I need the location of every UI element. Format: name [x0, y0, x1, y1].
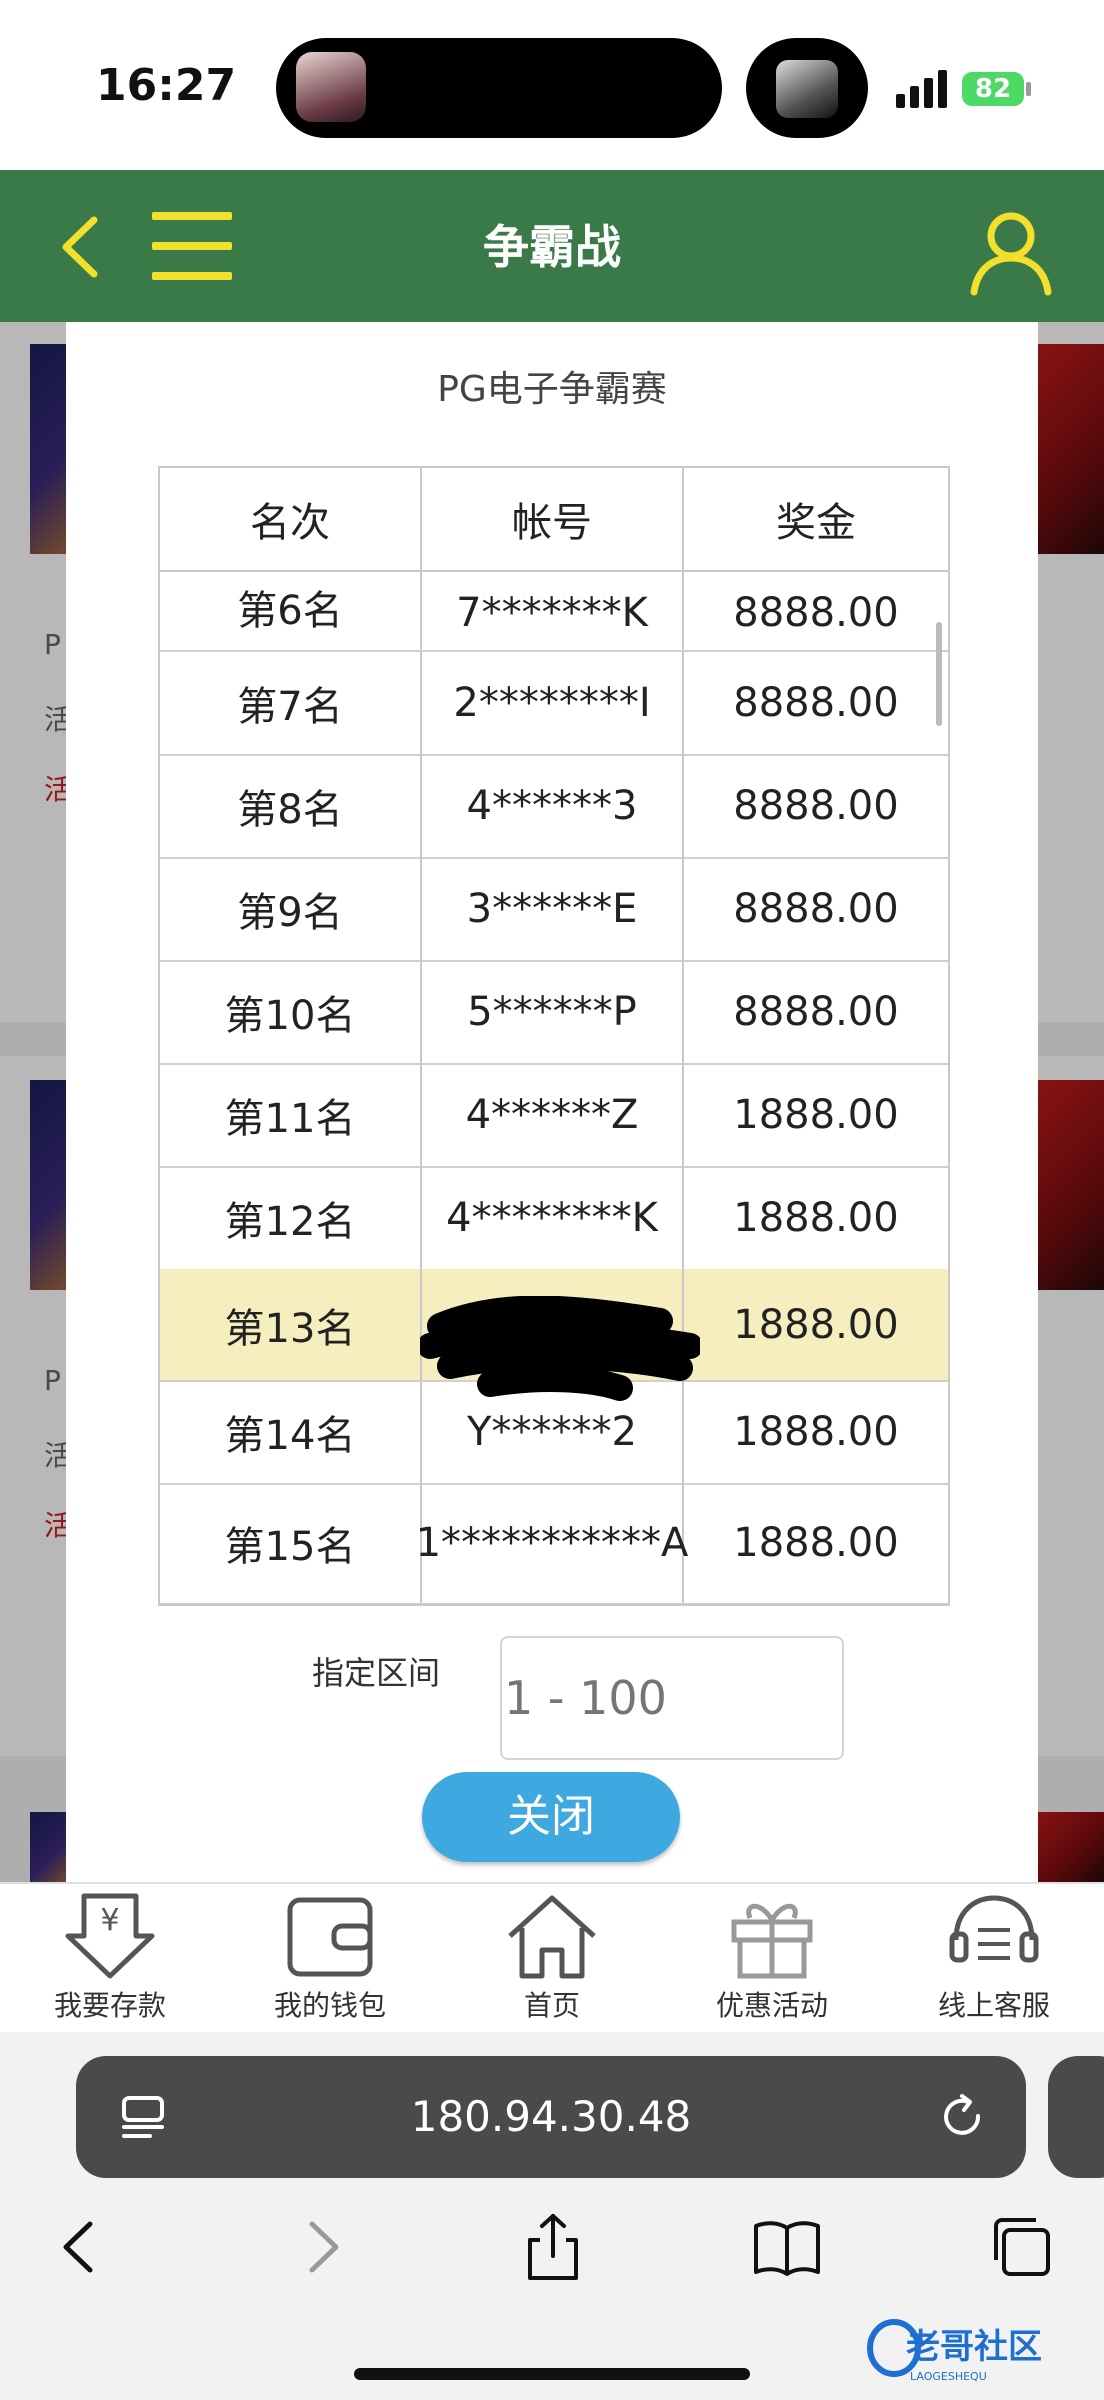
range-input-field[interactable]: [502, 1670, 842, 1726]
prize-cell: 1888.00: [733, 1408, 899, 1455]
browser-forward-icon[interactable]: [286, 2212, 356, 2282]
share-icon[interactable]: [518, 2212, 588, 2282]
nav-label: 我的钱包: [273, 1989, 386, 2022]
rank-cell: 第8名: [160, 754, 422, 857]
ranking-table[interactable]: 名次 帐号 奖金 第6名 7*******K 8888.00 第7名 2********…: [158, 466, 950, 1606]
prize-cell: 1888.00: [733, 1194, 899, 1241]
rank-cell: 第14名: [160, 1380, 422, 1483]
prize-cell: 8888.00: [733, 885, 899, 932]
nav-support[interactable]: 线上客服: [894, 1890, 1094, 2022]
battery-icon: 82: [962, 72, 1024, 106]
prize-cell: 1888.00: [733, 1091, 899, 1138]
table-row[interactable]: 第10名 5******P 8888.00: [160, 960, 948, 1065]
account-cell: 3******E: [422, 857, 684, 960]
prize-cell: 8888.00: [733, 680, 899, 726]
page-title: 争霸战: [483, 220, 621, 274]
nav-deposit[interactable]: ¥ 我要存款: [10, 1890, 210, 2022]
nav-label: 我要存款: [53, 1989, 166, 2022]
rank-cell: 第7名: [160, 652, 422, 754]
nav-home[interactable]: 首页: [452, 1890, 652, 2022]
tabs-icon[interactable]: [986, 2212, 1056, 2282]
cellular-signal-icon: [896, 70, 948, 108]
svg-text:老哥社区: 老哥社区: [906, 2327, 1042, 2367]
account-cell: 2********I: [422, 652, 684, 754]
table-row[interactable]: 第7名 2********I 8888.00: [160, 652, 948, 756]
url-text[interactable]: 180.94.30.48: [76, 2056, 1026, 2178]
svg-text:¥: ¥: [100, 1903, 119, 1938]
wallet-icon: [287, 1897, 373, 1977]
table-row[interactable]: 第12名 4********K 1888.00: [160, 1166, 948, 1271]
battery-cap: [1026, 82, 1031, 96]
range-label: 指定区间: [312, 1654, 441, 1692]
status-time: 16:27: [96, 60, 237, 111]
prize-cell: 8888.00: [733, 988, 899, 1035]
bookmarks-icon[interactable]: [752, 2212, 822, 2282]
range-input[interactable]: [500, 1636, 844, 1760]
rank-cell: 第10名: [160, 960, 422, 1063]
table-row[interactable]: 第15名 1***********A 1888.00: [160, 1483, 948, 1604]
support-icon: [949, 1895, 1039, 1963]
table-row[interactable]: 第8名 4******3 8888.00: [160, 754, 948, 859]
nav-label: 线上客服: [937, 1989, 1050, 2022]
account-cell: 5******P: [422, 960, 684, 1063]
modal-title: PG电子争霸赛: [437, 369, 667, 410]
page-menu-icon[interactable]: [120, 2094, 166, 2140]
nav-promotions[interactable]: 优惠活动: [672, 1890, 872, 2022]
deposit-icon: ¥: [65, 1893, 155, 1979]
user-icon[interactable]: [966, 206, 1056, 296]
rank-cell: 第11名: [160, 1063, 422, 1166]
rank-cell: 第6名: [160, 520, 422, 650]
home-icon: [508, 1895, 596, 1979]
rank-cell: 第13名: [160, 1269, 422, 1380]
table-row[interactable]: 第9名 3******E 8888.00: [160, 857, 948, 962]
account-cell: 1***********A: [416, 1483, 688, 1603]
rank-cell: 第9名: [160, 857, 422, 960]
rank-cell: 第15名: [160, 1483, 422, 1603]
browser-back-icon[interactable]: [46, 2212, 116, 2282]
back-chevron-icon[interactable]: [56, 212, 106, 282]
gift-icon: [731, 1903, 813, 1979]
account-cell: 7*******K: [422, 520, 684, 650]
nav-label: 优惠活动: [715, 1989, 828, 2022]
home-indicator[interactable]: [354, 2368, 750, 2380]
table-row[interactable]: 第6名 7*******K 8888.00: [160, 520, 948, 652]
menu-icon[interactable]: [152, 212, 232, 280]
live-activity-icon: [776, 60, 838, 118]
account-cell: 4******3: [422, 754, 684, 857]
close-button[interactable]: 关闭: [422, 1772, 680, 1862]
live-activity-avatar: [296, 52, 366, 122]
account-cell: 4******Z: [422, 1063, 684, 1166]
table-scrollbar[interactable]: [936, 622, 942, 726]
watermark-logo: 老哥社区 LAOGESHEQU: [867, 2319, 1042, 2383]
prize-cell: 8888.00: [733, 590, 899, 636]
svg-text:LAOGESHEQU: LAOGESHEQU: [910, 2370, 987, 2383]
next-tab-peek[interactable]: [1048, 2056, 1104, 2178]
table-row[interactable]: 第11名 4******Z 1888.00: [160, 1063, 948, 1168]
nav-label: 首页: [523, 1989, 580, 2022]
prize-cell: 8888.00: [733, 782, 899, 829]
prize-cell: 1888.00: [733, 1520, 899, 1566]
nav-wallet[interactable]: 我的钱包: [230, 1890, 430, 2022]
rank-cell: 第12名: [160, 1166, 422, 1269]
reload-icon[interactable]: [940, 2094, 986, 2140]
account-cell: 4********K: [422, 1166, 684, 1269]
redaction-scribble: [420, 1296, 700, 1401]
prize-cell: 1888.00: [733, 1301, 899, 1348]
